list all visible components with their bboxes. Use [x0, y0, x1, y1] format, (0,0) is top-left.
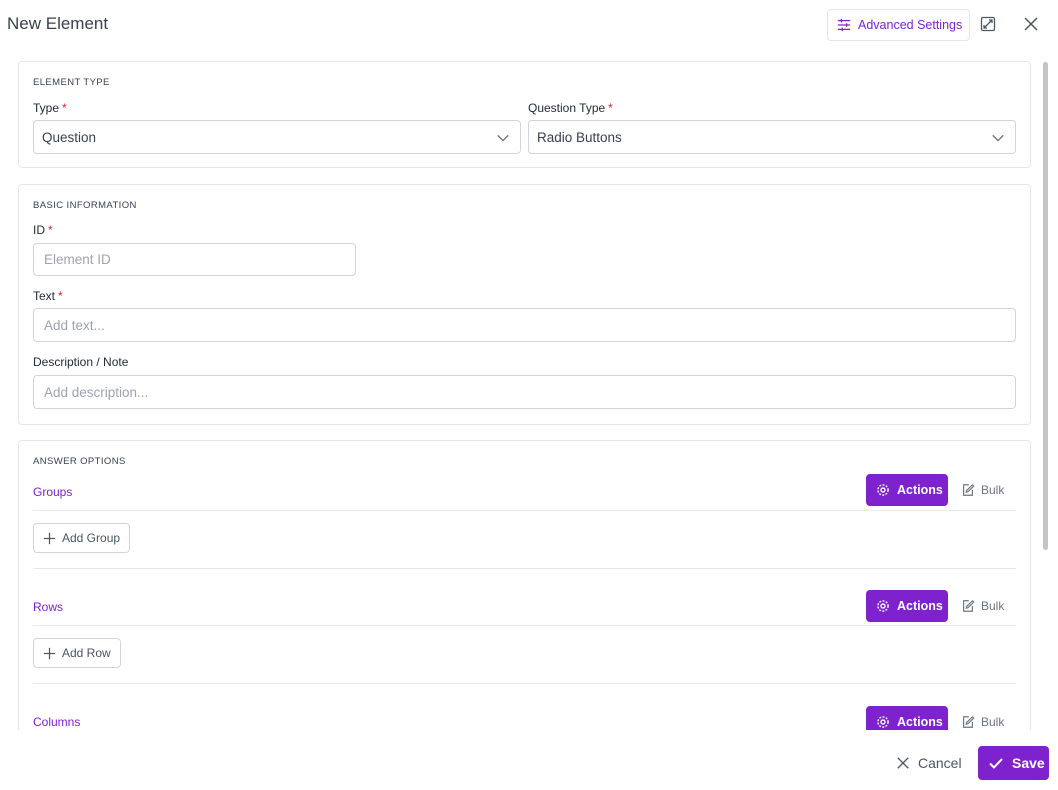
plus-icon — [43, 647, 56, 659]
element-type-section-title: ELEMENT TYPE — [33, 77, 110, 88]
type-select[interactable]: Question — [33, 120, 521, 154]
add-group-button[interactable]: Add Group — [33, 523, 131, 553]
modal-footer: Cancel Save — [0, 730, 1058, 790]
answer-options-section-title: ANSWER OPTIONS — [33, 456, 126, 467]
divider — [33, 510, 1016, 511]
bulk-label: Bulk — [981, 599, 1005, 613]
add-row-label: Add Row — [62, 646, 111, 660]
description-input[interactable] — [33, 375, 1016, 409]
required-mark: * — [608, 101, 613, 115]
columns-bulk-button[interactable]: Bulk — [961, 706, 1011, 730]
text-input[interactable] — [33, 308, 1016, 342]
divider — [33, 568, 1016, 569]
chevron-down-icon — [497, 134, 509, 142]
cancel-label: Cancel — [918, 755, 962, 771]
gear-icon — [877, 600, 889, 612]
bulk-label: Bulk — [981, 483, 1005, 497]
question-type-label-text: Question Type — [528, 101, 606, 115]
type-label: Type * — [33, 101, 67, 115]
edit-icon — [963, 599, 975, 612]
id-label: ID * — [33, 223, 53, 237]
modal-body[interactable]: ELEMENT TYPE Type * Question Question Typ… — [0, 50, 1058, 730]
close-icon — [1024, 17, 1038, 31]
basic-information-card: BASIC INFORMATION ID* Text* Description … — [18, 184, 1031, 425]
edit-icon — [963, 715, 975, 728]
cancel-button[interactable]: Cancel — [896, 750, 962, 776]
edit-icon — [963, 483, 975, 496]
modal-header: New Element Advanced Settings — [0, 0, 1058, 50]
save-button[interactable]: Save — [978, 746, 1049, 780]
question-type-select-value: Radio Buttons — [537, 129, 622, 145]
gear-icon — [877, 716, 889, 728]
scrollbar-thumb[interactable] — [1043, 62, 1048, 550]
advanced-settings-button[interactable]: Advanced Settings — [827, 9, 970, 41]
groups-bulk-button[interactable]: Bulk — [961, 474, 1011, 506]
basic-information-section-title: BASIC INFORMATION — [33, 200, 137, 211]
add-row-button[interactable]: Add Row — [33, 638, 121, 668]
text-label: Text * — [33, 289, 63, 303]
sliders-icon — [837, 18, 851, 32]
id-label-text: ID — [33, 223, 45, 237]
divider — [33, 625, 1016, 626]
chevron-down-icon — [992, 134, 1004, 142]
expand-button[interactable] — [979, 15, 997, 33]
actions-label: Actions — [897, 483, 943, 497]
save-label: Save — [1012, 755, 1045, 771]
actions-label: Actions — [897, 715, 943, 729]
rows-bulk-button[interactable]: Bulk — [961, 590, 1011, 622]
description-label: Description / Note — [33, 355, 129, 369]
element-type-card: ELEMENT TYPE Type * Question Question Typ… — [18, 61, 1031, 168]
columns-heading: Columns — [33, 715, 81, 729]
columns-actions-button[interactable]: Actions — [866, 706, 948, 730]
actions-label: Actions — [897, 599, 943, 613]
rows-heading: Rows — [33, 600, 64, 614]
question-type-label: Question Type * — [528, 101, 613, 115]
close-icon — [897, 757, 909, 769]
bulk-label: Bulk — [981, 715, 1005, 729]
add-group-label: Add Group — [62, 531, 121, 545]
rows-actions-button[interactable]: Actions — [866, 590, 948, 622]
expand-icon — [980, 16, 996, 32]
required-mark: * — [62, 101, 67, 115]
advanced-settings-label: Advanced Settings — [858, 18, 963, 32]
required-mark: * — [48, 223, 53, 237]
gear-icon — [877, 484, 889, 496]
required-mark: * — [58, 289, 63, 303]
type-select-value: Question — [42, 129, 97, 145]
modal-title: New Element — [7, 14, 109, 33]
groups-heading: Groups — [33, 485, 73, 499]
type-label-text: Type — [33, 101, 60, 115]
divider — [33, 683, 1016, 684]
answer-options-card: ANSWER OPTIONS Groups Actions Bulk Add G… — [18, 440, 1031, 730]
check-icon — [989, 758, 1003, 769]
plus-icon — [43, 532, 56, 544]
question-type-select[interactable]: Radio Buttons — [528, 120, 1016, 154]
close-button[interactable] — [1022, 15, 1040, 33]
element-id-input[interactable] — [33, 243, 356, 276]
groups-actions-button[interactable]: Actions — [866, 474, 948, 506]
text-label-text: Text — [33, 289, 56, 303]
